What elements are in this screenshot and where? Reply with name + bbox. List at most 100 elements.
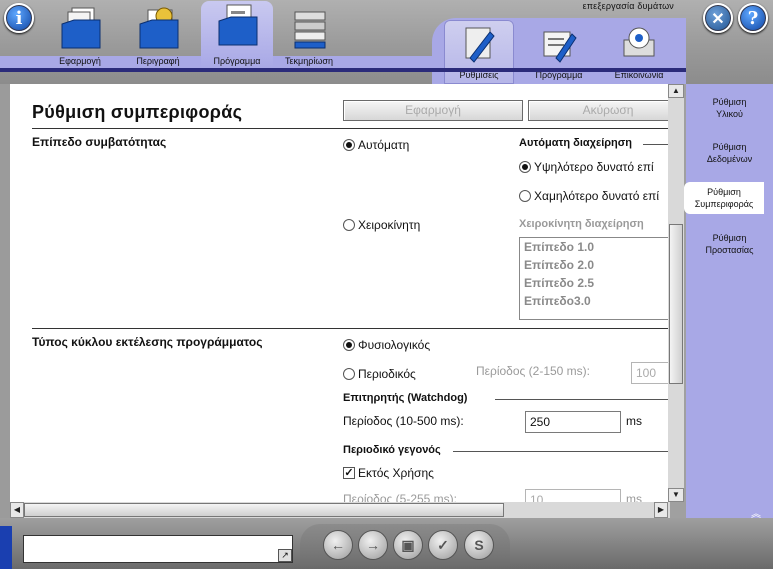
sidenav-hardware-line2: Υλικού <box>716 109 743 119</box>
tab-description[interactable]: Περιγραφή <box>122 4 194 68</box>
tab-documentation-label: Τεκμηρίωση <box>285 56 333 66</box>
manual-group-title: Χειροκίνητη διαχείρηση <box>519 218 644 230</box>
save-icon[interactable]: ▣ <box>393 530 423 560</box>
tools-icon[interactable]: ✕ <box>703 3 733 33</box>
scroll-down-icon[interactable]: ▼ <box>668 488 684 502</box>
apply-button[interactable]: Εφαρμογή <box>343 100 523 121</box>
app-subtitle: επεξεργασία δυμάτων <box>582 1 674 11</box>
section-divider <box>32 328 670 329</box>
bottom-bar: ↗ ← → ▣ ✓ S <box>0 518 773 569</box>
auto-low-label: Χαμηλότερο δυνατό επί <box>534 189 659 203</box>
documentation-books-icon <box>294 11 326 49</box>
watchdog-ms-unit: ms <box>626 414 642 428</box>
back-icon[interactable]: ← <box>323 530 353 560</box>
disabled-label: Εκτός Χρήσης <box>358 466 434 480</box>
auto-group-line <box>643 144 670 145</box>
program-folder-icon <box>218 4 258 46</box>
sidenav-behavior-line1: Ρύθμιση <box>707 187 741 197</box>
scroll-up-icon[interactable]: ▲ <box>668 84 684 98</box>
horizontal-scrollbar[interactable]: ◀ ▶ <box>10 502 670 518</box>
auto-high-radio[interactable]: Υψηλότερο δυνατό επί <box>519 160 654 174</box>
tab-description-label: Περιγραφή <box>136 56 180 66</box>
radio-dot <box>343 339 355 351</box>
sidenav-behavior[interactable]: Ρύθμιση Συμπεριφοράς <box>684 182 764 214</box>
sidenav-data-line1: Ρύθμιση <box>712 142 747 152</box>
compat-manual-radio[interactable]: Χειροκίνητη <box>343 218 420 232</box>
auto-low-radio[interactable]: Χαμηλότερο δυνατό επί <box>519 189 659 203</box>
scroll-thumb-horizontal[interactable] <box>24 503 504 517</box>
tab-documentation[interactable]: Τεκμηρίωση <box>273 4 345 68</box>
top-toolbar: i επεξεργασία δυμάτων ✕ ? Εφαρμογή Περιγ… <box>0 0 773 84</box>
cycle-type-label: Τύπος κύκλου εκτέλεσης προγράμματος <box>32 335 263 349</box>
radio-dot <box>343 139 355 151</box>
application-folder-icon <box>61 7 101 49</box>
side-navigation: Ρύθμιση Υλικού Ρύθμιση Δεδομένων Ρύθμιση… <box>684 84 773 518</box>
watchdog-title: Επιτηρητής (Watchdog) <box>343 392 468 404</box>
compat-auto-label: Αυτόματη <box>358 138 410 152</box>
sidenav-protection-line2: Προστασίας <box>705 245 754 255</box>
tab-program-label: Πρόγραμμα <box>213 56 261 66</box>
watchdog-line <box>495 399 670 400</box>
tab-settings[interactable]: Ρυθμίσεις <box>444 20 514 84</box>
tab-program[interactable]: Πρόγραμμα <box>201 1 273 68</box>
compat-manual-label: Χειροκίνητη <box>358 218 421 232</box>
sidenav-protection[interactable]: Ρύθμιση Προστασίας <box>686 232 773 256</box>
radio-dot <box>519 190 531 202</box>
periodic-event-title: Περιοδικό γεγονός <box>343 444 441 456</box>
sidenav-hardware-line1: Ρύθμιση <box>712 97 747 107</box>
status-input[interactable] <box>23 535 293 563</box>
tab-application[interactable]: Εφαρμογή <box>44 4 116 68</box>
tab-subprogram[interactable]: Πρόγραμμα <box>524 20 594 84</box>
tab-application-label: Εφαρμογή <box>59 56 101 66</box>
sidenav-behavior-line2: Συμπεριφοράς <box>694 199 754 209</box>
cycle-normal-label: Φυσιολογικός <box>358 338 431 352</box>
tab-communication[interactable]: Επικοινωνία <box>604 20 674 84</box>
event-period-input[interactable]: 10 <box>525 489 621 502</box>
compat-level-list[interactable]: Επίπεδο 1.0 Επίπεδο 2.0 Επίπεδο 2.5 Επίπ… <box>519 237 670 320</box>
program-pen-icon <box>543 31 577 63</box>
sidenav-data[interactable]: Ρύθμιση Δεδομένων <box>686 141 773 165</box>
disabled-checkbox[interactable]: ✓ Εκτός Χρήσης <box>343 466 434 480</box>
cycle-periodic-label: Περιοδικός <box>358 367 416 381</box>
scroll-right-icon[interactable]: ▶ <box>654 502 668 518</box>
period-input[interactable]: 100 <box>631 362 670 384</box>
page-title: Ρύθμιση συμπεριφοράς <box>32 102 243 122</box>
list-item[interactable]: Επίπεδο 2.0 <box>520 256 670 274</box>
communication-icon <box>623 27 655 57</box>
sidenav-hardware[interactable]: Ρύθμιση Υλικού <box>686 96 773 120</box>
periodic-event-line <box>453 451 670 452</box>
scroll-thumb[interactable] <box>669 224 683 384</box>
cancel-button[interactable]: Ακύρωση <box>528 100 670 121</box>
list-item[interactable]: Επίπεδο3.0 <box>520 292 670 310</box>
forward-icon[interactable]: → <box>358 530 388 560</box>
help-icon[interactable]: ? <box>738 3 768 33</box>
list-item[interactable]: Επίπεδο 2.5 <box>520 274 670 292</box>
cycle-normal-radio[interactable]: Φυσιολογικός <box>343 338 430 352</box>
scroll-left-icon[interactable]: ◀ <box>10 502 24 518</box>
cycle-periodic-radio[interactable]: Περιοδικός <box>343 367 416 381</box>
compat-auto-radio[interactable]: Αυτόματη <box>343 138 409 152</box>
radio-dot <box>343 368 355 380</box>
description-folder-icon <box>139 7 179 49</box>
tabstrip-edge <box>0 68 686 72</box>
frame-left <box>0 84 10 518</box>
expand-icon[interactable]: ↗ <box>278 549 292 562</box>
period-label: Περίοδος (2-150 ms): <box>476 364 590 378</box>
section-divider <box>32 128 670 129</box>
list-item[interactable]: Επίπεδο 1.0 <box>520 238 670 256</box>
event-period-label: Περίοδος (5-255 ms): <box>343 492 457 502</box>
radio-dot <box>519 161 531 173</box>
auto-high-label: Υψηλότερο δυνατό επί <box>534 160 654 174</box>
verify-icon[interactable]: ✓ <box>428 530 458 560</box>
settings-pen-icon <box>465 27 495 63</box>
bottom-accent <box>0 526 12 569</box>
info-icon[interactable]: i <box>4 3 34 33</box>
sidenav-protection-line1: Ρύθμιση <box>712 233 747 243</box>
watchdog-period-input[interactable]: 250 <box>525 411 621 433</box>
auto-group-title: Αυτόματη διαχείρηση <box>519 137 633 149</box>
stop-icon[interactable]: S <box>464 530 494 560</box>
compatibility-label: Επίπεδο συμβατότητας <box>32 135 167 149</box>
radio-dot <box>343 219 355 231</box>
vertical-scrollbar[interactable]: ▲ ▼ <box>668 84 684 502</box>
content-panel: Ρύθμιση συμπεριφοράς Εφαρμογή Ακύρωση Επ… <box>10 84 670 502</box>
